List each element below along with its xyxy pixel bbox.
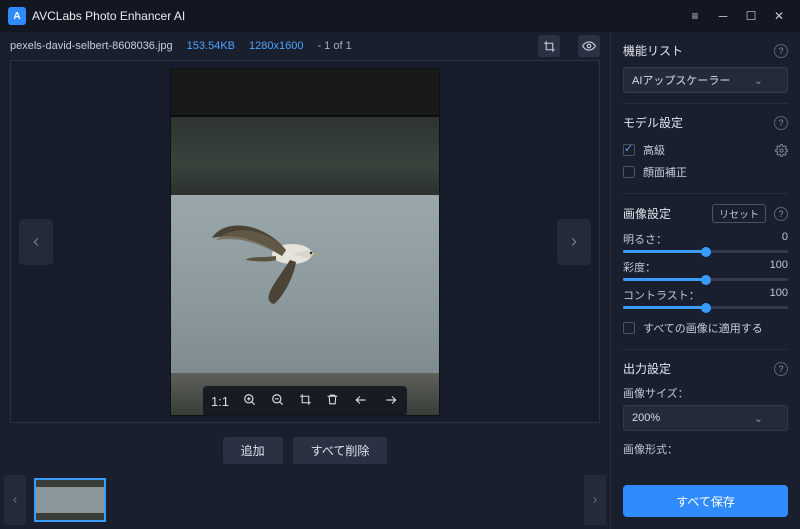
brightness-label: 明るさ： (623, 231, 667, 247)
help-icon[interactable]: ? (774, 207, 788, 221)
window-controls: ≡ － ☐ ✕ (682, 3, 792, 29)
output-size-value: 200% (632, 412, 660, 424)
file-dimensions: 1280x1600 (249, 40, 303, 52)
settings-panel: 機能リスト ? AIアップスケーラー ⌄ モデル設定 ? 高級 (610, 32, 800, 529)
viewer-toolbar: 1:1 (203, 386, 407, 416)
undo-arrow-icon[interactable] (353, 393, 369, 410)
thumb-prev-button[interactable] (4, 475, 26, 525)
help-icon[interactable]: ? (774, 362, 788, 376)
file-index: - 1 of 1 (317, 40, 351, 52)
image-viewer: 1:1 (10, 60, 600, 423)
output-format-label: 画像形式： (623, 441, 788, 457)
action-row: 追加 すべて削除 (0, 429, 610, 471)
crop-icon[interactable] (538, 35, 560, 57)
add-button[interactable]: 追加 (223, 437, 283, 464)
next-image-button[interactable] (557, 219, 591, 265)
thumb-next-button[interactable] (584, 475, 606, 525)
thumb-track (30, 478, 580, 522)
left-pane: pexels-david-selbert-8608036.jpg 153.54K… (0, 32, 610, 529)
chevron-down-icon: ⌄ (754, 412, 763, 425)
feature-select-value: AIアップスケーラー (632, 72, 730, 88)
save-bar: すべて保存 (611, 475, 800, 529)
file-name: pexels-david-selbert-8608036.jpg (10, 40, 173, 52)
facefix-row: 顔面補正 (623, 161, 788, 183)
chevron-down-icon: ⌄ (754, 74, 763, 87)
file-info-bar: pexels-david-selbert-8608036.jpg 153.54K… (0, 32, 610, 60)
delete-all-button[interactable]: すべて削除 (293, 437, 388, 464)
advanced-label: 高級 (643, 142, 665, 158)
output-size-label: 画像サイズ： (623, 385, 788, 401)
advanced-row: 高級 (623, 139, 788, 161)
bird-illustration (204, 204, 364, 314)
app-title: AVCLabs Photo Enhancer AI (32, 9, 185, 23)
app-logo: A (8, 7, 26, 25)
saturation-label: 彩度： (623, 259, 656, 275)
thumbnail-strip (0, 471, 610, 529)
image-settings-title: 画像設定 (623, 205, 671, 222)
titlebar: A AVCLabs Photo Enhancer AI ≡ － ☐ ✕ (0, 0, 800, 32)
redo-arrow-icon[interactable] (383, 393, 399, 410)
save-all-button[interactable]: すべて保存 (623, 485, 788, 517)
help-icon[interactable]: ? (774, 116, 788, 130)
output-size-select[interactable]: 200% ⌄ (623, 405, 788, 431)
preview-eye-icon[interactable] (578, 35, 600, 57)
contrast-value: 100 (770, 287, 788, 303)
features-title: 機能リスト (623, 42, 683, 59)
zoom-in-icon[interactable] (243, 393, 257, 410)
preview-image (170, 68, 440, 416)
output-title: 出力設定 (623, 360, 671, 377)
titlebar-left: A AVCLabs Photo Enhancer AI (8, 7, 185, 25)
contrast-slider[interactable]: コントラスト： 100 (623, 287, 788, 309)
file-size: 153.54KB (187, 40, 235, 52)
section-features: 機能リスト ? AIアップスケーラー ⌄ (623, 42, 788, 104)
apply-all-label: すべての画像に適用する (643, 320, 763, 336)
section-image-settings: 画像設定 リセット ? 明るさ： 0 彩度： 1 (623, 204, 788, 350)
saturation-value: 100 (770, 259, 788, 275)
brightness-value: 0 (782, 231, 788, 247)
reset-button[interactable]: リセット (712, 204, 766, 223)
advanced-checkbox[interactable] (623, 144, 635, 156)
thumbnail-1[interactable] (34, 478, 106, 522)
delete-icon[interactable] (326, 393, 339, 409)
help-icon[interactable]: ? (774, 44, 788, 58)
facefix-checkbox[interactable] (623, 166, 635, 178)
close-icon[interactable]: ✕ (766, 3, 792, 29)
minimize-icon[interactable]: － (710, 3, 736, 29)
prev-image-button[interactable] (19, 219, 53, 265)
model-title: モデル設定 (623, 114, 683, 131)
feature-select[interactable]: AIアップスケーラー ⌄ (623, 67, 788, 93)
section-model: モデル設定 ? 高級 顔面補正 (623, 114, 788, 194)
fit-actual-button[interactable]: 1:1 (211, 394, 229, 409)
crop-tool-icon[interactable] (299, 393, 312, 409)
section-output: 出力設定 ? 画像サイズ： 200% ⌄ 画像形式： (623, 360, 788, 467)
contrast-label: コントラスト： (623, 287, 700, 303)
menu-icon[interactable]: ≡ (682, 3, 708, 29)
saturation-slider[interactable]: 彩度： 100 (623, 259, 788, 281)
facefix-label: 顔面補正 (643, 164, 687, 180)
apply-all-checkbox[interactable] (623, 322, 635, 334)
maximize-icon[interactable]: ☐ (738, 3, 764, 29)
apply-all-row: すべての画像に適用する (623, 317, 788, 339)
brightness-slider[interactable]: 明るさ： 0 (623, 231, 788, 253)
gear-icon[interactable] (775, 144, 788, 157)
zoom-out-icon[interactable] (271, 393, 285, 410)
